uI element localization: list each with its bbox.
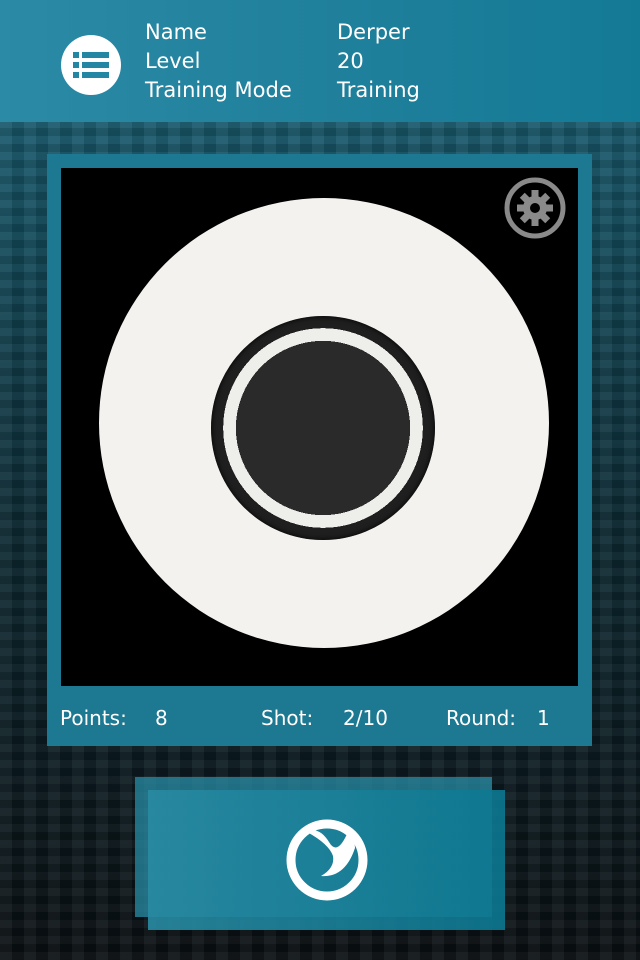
- info-row-level: Level 20: [145, 49, 364, 73]
- shot-value: 2/10: [343, 706, 388, 730]
- info-row-mode: Training Mode Training: [145, 78, 420, 102]
- menu-button[interactable]: [61, 35, 121, 95]
- shot-label: Shot:: [261, 706, 314, 730]
- target-ring[interactable]: [211, 316, 435, 540]
- round-label: Round:: [446, 706, 517, 730]
- list-icon: [73, 52, 109, 78]
- player-info: Name Derper Level 20 Training Mode Training: [145, 18, 420, 105]
- gear-icon[interactable]: [503, 176, 567, 240]
- points-value: 8: [155, 706, 168, 730]
- fire-button-face[interactable]: [148, 790, 505, 930]
- fire-button[interactable]: [135, 777, 505, 932]
- header: Name Derper Level 20 Training Mode Training: [0, 0, 640, 122]
- round-value: 1: [537, 706, 550, 730]
- points-label: Points:: [60, 706, 127, 730]
- target-area[interactable]: [61, 168, 578, 686]
- emblem-icon: [286, 819, 367, 901]
- info-row-name: Name Derper: [145, 20, 410, 44]
- game-panel: Points: 8 Shot: 2/10 Round: 1: [47, 154, 592, 746]
